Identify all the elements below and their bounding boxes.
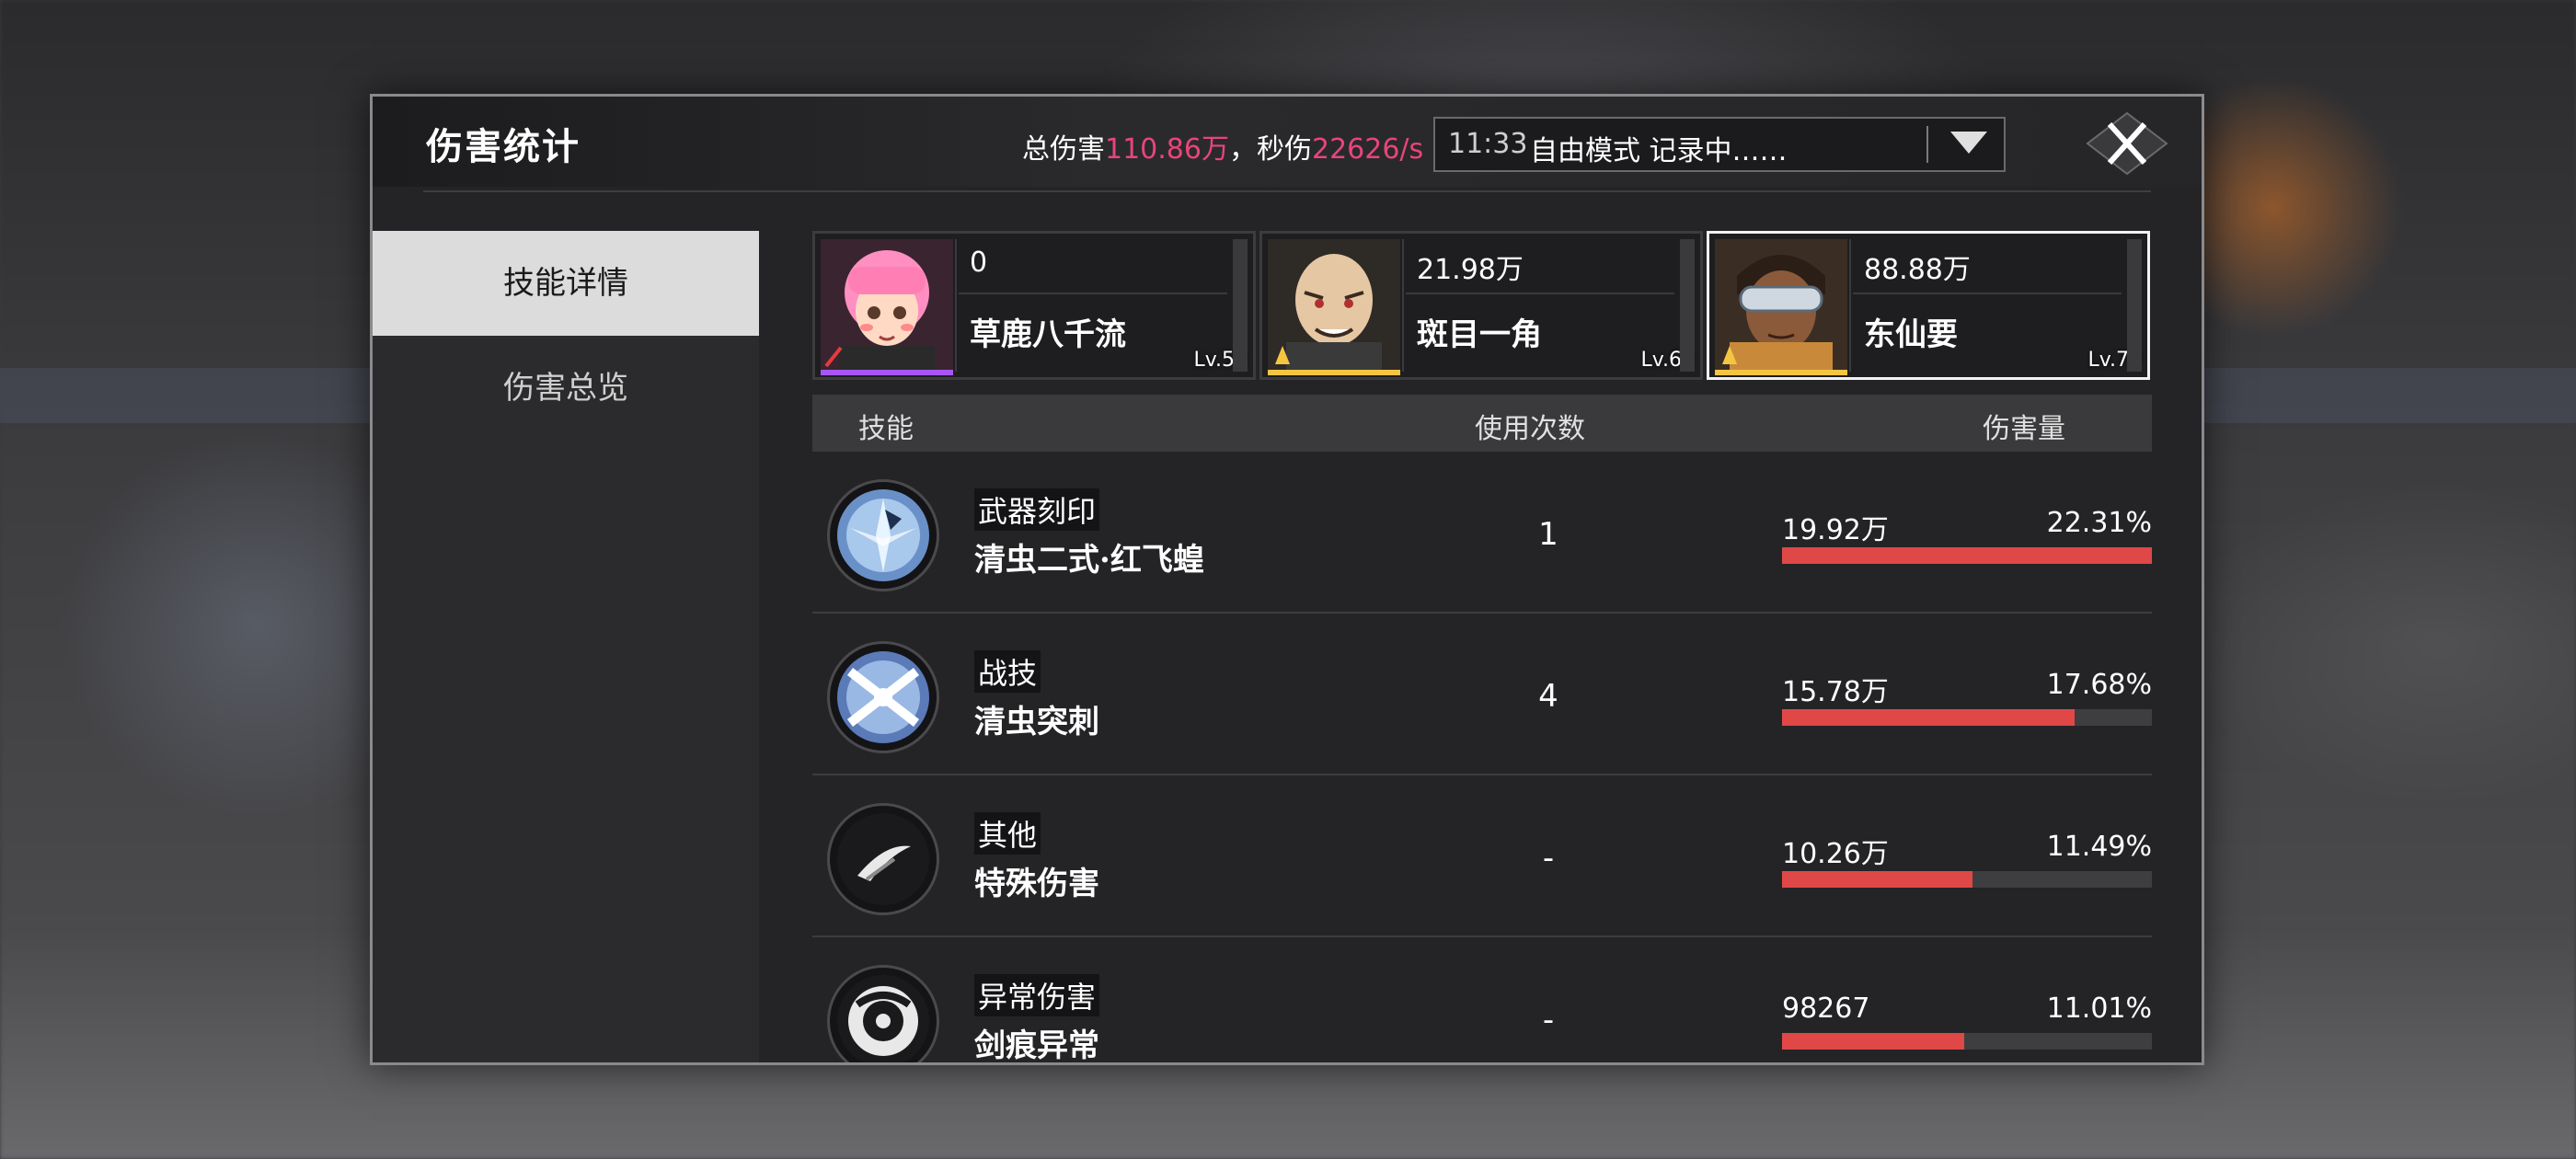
damage-bar [1782, 1033, 2152, 1050]
damage-bar-fill [1782, 871, 1973, 888]
skill-name: 特殊伤害 [974, 866, 1099, 902]
character-name: 斑目一角 [1417, 316, 1542, 353]
card-divider [1849, 239, 1851, 372]
table-row: 其他 特殊伤害 - 10.26万 11.49% [812, 777, 2152, 937]
damage-stats-panel: 伤害统计 总伤害110.86万，秒伤22626/s 11:33 自由模式 记录中… [370, 94, 2204, 1065]
dropdown-separator [1926, 126, 1928, 163]
damage-percent: 22.31% [2046, 507, 2152, 539]
skill-uses: - [1542, 840, 1555, 877]
rarity-bar [821, 370, 953, 375]
damage-bar [1782, 709, 2152, 726]
record-status: 自由模式 记录中…… [1530, 135, 1788, 167]
tab-damage-overview[interactable]: 伤害总览 [373, 336, 759, 441]
skill-name: 剑痕异常 [974, 1027, 1099, 1062]
character-damage: 21.98万 [1417, 254, 1524, 286]
column-header-damage: 伤害量 [1983, 413, 2065, 445]
damage-amount: 15.78万 [1782, 676, 1889, 708]
total-damage-value: 110.86万 [1105, 133, 1229, 166]
damage-amount: 19.92万 [1782, 514, 1889, 546]
card-divider [955, 239, 957, 372]
damage-bar [1782, 871, 2152, 888]
damage-bar-fill [1782, 547, 2152, 564]
skill-name: 清虫二式·红飞蝗 [974, 542, 1204, 579]
skill-name: 清虫突刺 [974, 704, 1099, 740]
skill-category: 战技 [974, 650, 1041, 693]
avatar [1715, 239, 1847, 370]
card-scroll-edge [2127, 239, 2142, 372]
damage-percent: 11.49% [2046, 831, 2152, 863]
skill-category: 异常伤害 [974, 974, 1100, 1016]
row-divider [812, 612, 2152, 614]
table-row: 异常伤害 剑痕异常 - 98267 11.01% [812, 939, 2152, 1062]
table-row: 武器刻印 清虫二式·红飞蝗 1 19.92万 22.31% [812, 453, 2152, 614]
character-card-tosen[interactable]: Lv.70 88.88万 东仙要 [1707, 231, 2150, 380]
row-divider [812, 774, 2152, 775]
row-divider [812, 935, 2152, 937]
dps-value: 22626/s [1311, 133, 1424, 166]
damage-bar [1782, 547, 2152, 564]
slash-skill-icon [827, 803, 939, 915]
card-divider [959, 293, 1227, 294]
card-scroll-edge [1233, 239, 1248, 372]
damage-bar-fill [1782, 709, 2075, 726]
skill-list[interactable]: 武器刻印 清虫二式·红飞蝗 1 19.92万 22.31% 战技 清虫突刺 4 [812, 453, 2152, 1062]
damage-percent: 11.01% [2046, 993, 2152, 1025]
record-selector-dropdown[interactable]: 11:33 自由模式 记录中…… [1433, 117, 2006, 172]
cross-thrust-skill-icon [827, 641, 939, 753]
avatar [1268, 239, 1400, 370]
ice-shard-skill-icon [827, 479, 939, 591]
sidebar: 技能详情 伤害总览 [373, 231, 759, 1062]
close-icon[interactable] [2086, 111, 2168, 176]
column-header-skill: 技能 [858, 413, 914, 445]
damage-bar-fill [1782, 1033, 1965, 1050]
character-card-ikkaku[interactable]: Lv.60 21.98万 斑目一角 [1259, 231, 1703, 380]
record-time: 11:33 [1448, 128, 1528, 160]
skill-uses: - [1542, 1002, 1555, 1039]
damage-summary: 总伤害110.86万，秒伤22626/s [1022, 126, 1423, 166]
column-header-uses: 使用次数 [1475, 413, 1585, 445]
total-damage-label: 总伤害 [1022, 133, 1105, 166]
card-scroll-edge [1680, 239, 1695, 372]
character-damage: 88.88万 [1864, 254, 1971, 286]
panel-title: 伤害统计 [426, 125, 581, 168]
skill-category: 武器刻印 [974, 488, 1100, 531]
skill-uses: 1 [1538, 516, 1558, 553]
rarity-bar [1715, 370, 1847, 375]
avatar [821, 239, 953, 370]
damage-percent: 17.68% [2046, 669, 2152, 701]
character-name: 东仙要 [1864, 316, 1958, 353]
table-header: 技能 使用次数 伤害量 [812, 395, 2152, 452]
skill-category: 其他 [974, 812, 1041, 855]
abnormal-status-icon [827, 965, 939, 1062]
dps-label: ，秒伤 [1228, 133, 1312, 166]
character-damage: 0 [970, 247, 988, 279]
card-divider [1402, 239, 1404, 372]
chevron-down-icon[interactable] [1950, 132, 1987, 154]
character-card-yachiru[interactable]: Lv.50 0 草鹿八千流 [812, 231, 1256, 380]
table-row: 战技 清虫突刺 4 15.78万 17.68% [812, 615, 2152, 775]
tab-skill-details[interactable]: 技能详情 [373, 231, 759, 336]
damage-amount: 98267 [1782, 993, 1870, 1025]
rarity-bar [1268, 370, 1400, 375]
card-divider [1853, 293, 2122, 294]
skill-uses: 4 [1538, 678, 1558, 715]
damage-amount: 10.26万 [1782, 838, 1889, 870]
card-divider [1406, 293, 1674, 294]
header-divider [423, 190, 2151, 192]
character-name: 草鹿八千流 [970, 316, 1126, 353]
